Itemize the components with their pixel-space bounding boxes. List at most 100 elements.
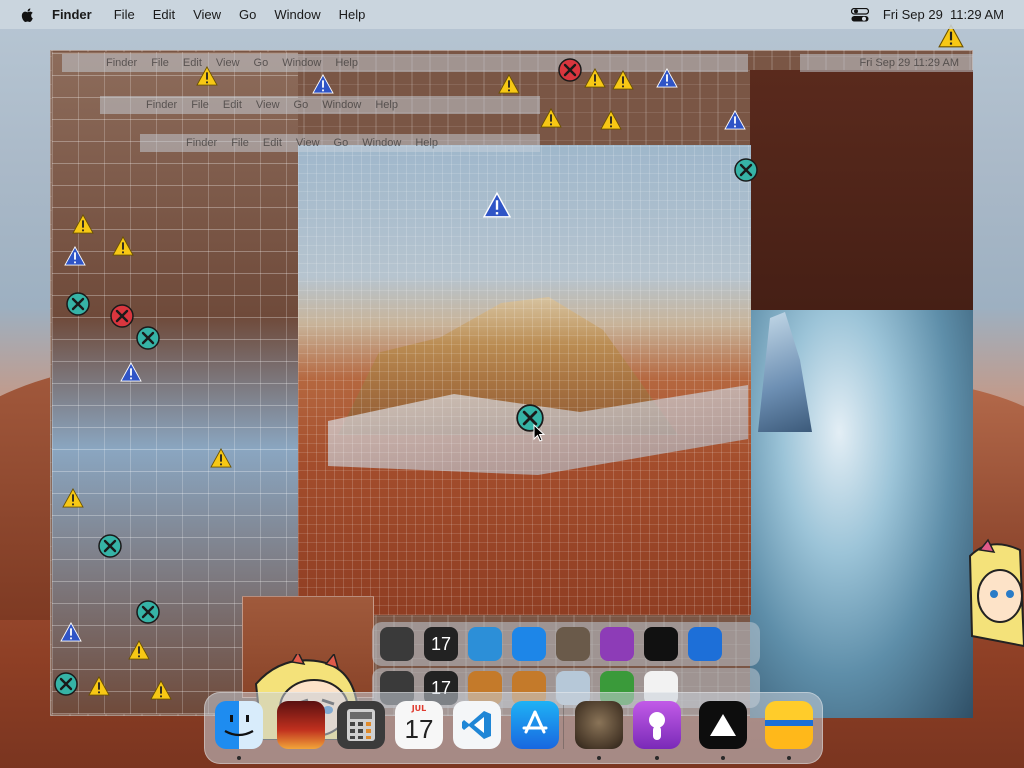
menu-file[interactable]: File — [114, 7, 135, 22]
warning-icon — [120, 362, 142, 382]
ghost-menu-item: Window — [322, 99, 362, 111]
ghost-folder-icon — [688, 627, 722, 661]
active-app-name[interactable]: Finder — [52, 7, 92, 22]
ghost-menu-item: Help — [375, 99, 398, 111]
calendar-day: 17 — [404, 713, 434, 744]
dock-separator — [563, 705, 564, 749]
warning-icon — [210, 448, 232, 468]
control-center-icon[interactable] — [850, 7, 869, 22]
ghost-warning-app-icon — [644, 627, 678, 661]
ghost-menu-item: File — [151, 57, 169, 69]
folder-running-indicator — [787, 756, 791, 760]
ghost-menu-item: Go — [253, 57, 269, 69]
warning-icon — [88, 676, 110, 696]
ghost-menu-item: View — [295, 137, 320, 149]
ghost-menubar-clock: Fri Sep 29 11:29 AM — [800, 54, 973, 72]
error-close-icon — [558, 58, 582, 82]
ghost-menu-item: Help — [335, 57, 358, 69]
ghost-vscode-icon — [468, 627, 502, 661]
dock-calendar-icon[interactable]: JUL 17 — [395, 701, 443, 749]
warning-icon — [112, 236, 134, 256]
finder-icon — [224, 715, 254, 737]
warning-icon — [656, 68, 678, 88]
menu-go[interactable]: Go — [239, 7, 256, 22]
ghost-menu-item: Go — [293, 99, 309, 111]
warning-icon — [60, 622, 82, 642]
warning-icon — [482, 192, 512, 218]
ghost-menu-item: Window — [362, 137, 402, 149]
podcast-running-indicator — [655, 756, 659, 760]
ghost-menu-item: Edit — [262, 137, 282, 149]
dock-finder-icon[interactable] — [215, 701, 263, 749]
ghost-menubar: Finder File Edit View Go Window Help — [62, 54, 748, 72]
menubar-status-area: Fri Sep 29 11:29 AM — [850, 0, 1004, 29]
warning-icon — [540, 108, 562, 128]
ghost-podcast-icon — [600, 627, 634, 661]
menu-bar: Finder File Edit View Go Window Help Fri… — [0, 0, 1024, 29]
ghost-menu-item: Window — [282, 57, 322, 69]
warning-app-icon — [710, 714, 736, 736]
dock-warning-app-icon[interactable] — [699, 701, 747, 749]
ghost-menu-item: File — [191, 99, 209, 111]
dock-calculator-icon[interactable] — [337, 701, 385, 749]
podcast-icon — [649, 712, 665, 740]
menu-window[interactable]: Window — [274, 7, 320, 22]
glitched-window-desert-image — [298, 145, 751, 615]
error-close-icon — [136, 600, 160, 624]
warning-icon — [128, 640, 150, 660]
error-close-icon — [66, 292, 90, 316]
menubar-clock[interactable]: Fri Sep 29 11:29 AM — [883, 7, 1004, 22]
dock-folder-icon[interactable] — [765, 701, 813, 749]
ghost-menu-item: View — [215, 57, 240, 69]
calculator-icon — [347, 709, 375, 741]
menu-help[interactable]: Help — [339, 7, 366, 22]
error-close-icon — [110, 304, 134, 328]
warning-icon — [600, 110, 622, 130]
warning-icon — [498, 74, 520, 94]
finder-running-indicator — [237, 756, 241, 760]
warning-icon — [584, 68, 606, 88]
dock-podcast-icon[interactable] — [633, 701, 681, 749]
ghost-calculator-icon — [380, 627, 414, 661]
cartoon-character-sticker — [968, 538, 1024, 648]
ghost-menu-app: Finder — [186, 137, 218, 149]
glitch-grid-overlay — [298, 145, 751, 615]
ghost-menu-item: File — [231, 137, 249, 149]
error-close-icon — [98, 534, 122, 558]
dock-photo-booth-icon[interactable] — [277, 701, 325, 749]
ghost-menu-app: Finder — [106, 57, 138, 69]
menu-view[interactable]: View — [193, 7, 221, 22]
ghost-app-store-icon — [512, 627, 546, 661]
ghost-menu-item: Edit — [222, 99, 242, 111]
desktop: Finder File Edit View Go Window Help Fri… — [0, 0, 1024, 768]
ghost-menu-item: Go — [333, 137, 349, 149]
error-close-icon — [136, 326, 160, 350]
ghost-calendar-icon: 17 — [424, 627, 458, 661]
warning-icon — [64, 246, 86, 266]
app-store-icon — [522, 710, 548, 734]
warning-icon — [150, 680, 172, 700]
warning-icon — [196, 66, 218, 86]
vscode-icon — [462, 711, 491, 739]
ghost-menu-item: Help — [415, 137, 438, 149]
error-close-icon — [734, 158, 758, 182]
dock-vscode-icon[interactable] — [453, 701, 501, 749]
error-close-icon — [54, 672, 78, 696]
menu-edit[interactable]: Edit — [153, 7, 175, 22]
ghost-menubar: Finder File Edit View Go Window Help — [140, 134, 540, 152]
warning-icon — [62, 488, 84, 508]
warning-icon — [724, 110, 746, 130]
ghost-menu-app: Finder — [146, 99, 178, 111]
ghost-clock: Fri Sep 29 11:29 AM — [859, 57, 959, 69]
apple-logo-icon[interactable] — [20, 7, 36, 23]
ghost-image-icon — [556, 627, 590, 661]
ghost-dock: 17 — [372, 622, 760, 666]
mouse-pointer-icon — [533, 424, 545, 442]
warning-icon — [612, 70, 634, 90]
ghost-menu-item: View — [255, 99, 280, 111]
warning-icon — [72, 214, 94, 234]
calendar-month: JUL — [411, 704, 427, 713]
dock-app-store-icon[interactable] — [511, 701, 559, 749]
warning-app-running-indicator — [721, 756, 725, 760]
dock-image-icon[interactable] — [575, 701, 623, 749]
